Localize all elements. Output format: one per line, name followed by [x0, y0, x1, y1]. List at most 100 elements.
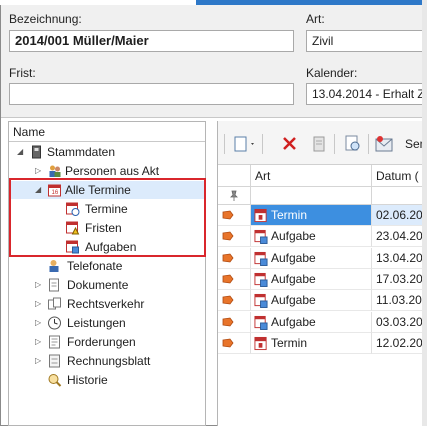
- art-value: Termin: [271, 335, 308, 350]
- art-cell[interactable]: Aufgabe: [251, 247, 372, 269]
- art-label: Art:: [306, 12, 325, 26]
- task-icon: [254, 315, 268, 330]
- row-indicator-cell: [218, 290, 251, 312]
- task-icon: [254, 294, 268, 309]
- row-indicator-cell: [218, 332, 251, 354]
- art-value: Aufgabe: [271, 250, 316, 265]
- art-field[interactable]: Zivil: [306, 30, 427, 52]
- termine-group-highlight-box: [9, 178, 206, 257]
- datum-cell[interactable]: 13.04.20: [372, 248, 427, 269]
- table-row[interactable]: Aufgabe 11.03.20: [218, 290, 427, 312]
- row-indicator-cell: [218, 247, 251, 269]
- toolbar-separator: [224, 134, 225, 154]
- expand-arrow-icon[interactable]: ▷: [35, 352, 41, 370]
- art-cell[interactable]: Termin: [251, 205, 372, 226]
- tree-item-label: Rechnungsblatt: [67, 354, 151, 368]
- pin-icon: [230, 190, 238, 201]
- datum-cell[interactable]: 02.06.20: [372, 205, 427, 226]
- flag-icon: [222, 231, 234, 241]
- expand-arrow-icon[interactable]: ▷: [35, 276, 41, 294]
- toolbar-separator: [368, 134, 369, 154]
- tree-item-telefonate[interactable]: Telefonate: [9, 257, 204, 275]
- print-icon: [313, 136, 325, 152]
- expand-arrow-icon[interactable]: ▷: [35, 333, 41, 351]
- art-cell[interactable]: Aufgabe: [251, 290, 372, 312]
- documents-icon: [49, 278, 59, 292]
- datum-cell[interactable]: 03.03.20: [372, 312, 427, 333]
- filter-cell-art[interactable]: [251, 187, 372, 205]
- phone-cabinet-icon: [32, 145, 41, 159]
- table-row[interactable]: Termin 02.06.20: [218, 205, 427, 226]
- new-document-button[interactable]: [232, 134, 258, 154]
- tree-item-stammdaten[interactable]: ◢ Stammdaten: [9, 143, 204, 161]
- print-button[interactable]: [310, 134, 328, 154]
- art-cell[interactable]: Termin: [251, 332, 372, 354]
- task-icon: [254, 230, 268, 245]
- datum-cell[interactable]: 12.02.20: [372, 333, 427, 354]
- filter-cell-datum[interactable]: [372, 187, 427, 205]
- column-header-datum[interactable]: Datum (: [372, 165, 427, 187]
- tree-item-label: Forderungen: [67, 335, 136, 349]
- tree-item-label: Dokumente: [67, 278, 129, 292]
- tree-item-historie[interactable]: Historie: [9, 371, 204, 389]
- clock-icon: [48, 316, 61, 330]
- invoice-icon: [49, 354, 60, 368]
- tree-item-forderungen[interactable]: ▷ Forderungen: [9, 333, 204, 351]
- send-button[interactable]: Sen: [374, 134, 427, 154]
- tree-item-rechtsverkehr[interactable]: ▷ Rechtsverkehr: [9, 295, 204, 313]
- kalender-label: Kalender:: [306, 66, 358, 80]
- row-indicator-header: [218, 165, 251, 187]
- new-document-icon: [234, 136, 254, 152]
- bezeichnung-field[interactable]: 2014/001 Müller/Maier: [9, 30, 294, 52]
- art-value: Aufgabe: [271, 314, 316, 329]
- filter-row-indicator: [218, 187, 251, 205]
- table-row[interactable]: Aufgabe 17.03.20: [218, 268, 427, 290]
- tree-item-dokumente[interactable]: ▷ Dokumente: [9, 276, 204, 294]
- datum-cell[interactable]: 17.03.20: [372, 269, 427, 290]
- right-edge-scrollbar[interactable]: [422, 0, 427, 426]
- delete-button[interactable]: [281, 134, 299, 154]
- art-cell[interactable]: Aufgabe: [251, 226, 372, 248]
- flag-icon: [222, 274, 234, 284]
- task-icon: [254, 251, 268, 266]
- art-value: Termin: [271, 208, 308, 222]
- art-cell[interactable]: Aufgabe: [251, 311, 372, 333]
- tree-item-label: Historie: [67, 373, 108, 387]
- claims-icon: [49, 335, 60, 349]
- art-value: Aufgabe: [271, 229, 316, 244]
- table-row[interactable]: Aufgabe 13.04.20: [218, 247, 427, 269]
- persons-icon: [49, 165, 61, 177]
- flag-icon: [222, 338, 234, 348]
- row-indicator-cell: [218, 311, 251, 333]
- case-form: Bezeichnung: 2014/001 Müller/Maier Frist…: [1, 5, 427, 118]
- tree-item-label: Telefonate: [67, 259, 123, 273]
- art-cell[interactable]: Aufgabe: [251, 268, 372, 290]
- table-row[interactable]: Aufgabe 03.03.20: [218, 311, 427, 333]
- telephone-icon: [49, 260, 59, 272]
- tree-column-header[interactable]: Name: [9, 122, 205, 142]
- table-row[interactable]: Aufgabe 23.04.20: [218, 226, 427, 248]
- row-indicator-cell: [218, 226, 251, 248]
- datum-cell[interactable]: 23.04.20: [372, 226, 427, 248]
- flag-icon: [222, 210, 234, 220]
- frist-field[interactable]: [9, 83, 294, 105]
- tree-item-label: Rechtsverkehr: [67, 297, 145, 311]
- table-row[interactable]: Termin 12.02.20: [218, 332, 427, 354]
- datum-cell[interactable]: 11.03.20: [372, 290, 427, 312]
- flag-icon: [222, 317, 234, 326]
- appointment-icon: [254, 208, 267, 223]
- task-icon: [254, 272, 268, 287]
- column-header-art[interactable]: Art: [251, 165, 372, 187]
- records-grid-panel: Sen Art Datum ( Termin 02.06.20 Aufgabe 23.…: [217, 121, 427, 426]
- tree-item-label: Stammdaten: [47, 145, 116, 159]
- kalender-field[interactable]: 13.04.2014 - Erhalt Z: [306, 83, 427, 105]
- toolbar-separator: [262, 134, 263, 154]
- row-indicator-cell: [218, 205, 251, 226]
- expand-arrow-icon[interactable]: ▷: [35, 314, 41, 332]
- preview-button[interactable]: [343, 134, 363, 154]
- tree-item-rechnungsblatt[interactable]: ▷ Rechnungsblatt: [9, 352, 204, 370]
- art-value: Aufgabe: [271, 293, 316, 308]
- tree-item-leistungen[interactable]: ▷ Leistungen: [9, 314, 204, 332]
- collapse-arrow-icon[interactable]: ◢: [17, 143, 23, 161]
- expand-arrow-icon[interactable]: ▷: [35, 295, 41, 313]
